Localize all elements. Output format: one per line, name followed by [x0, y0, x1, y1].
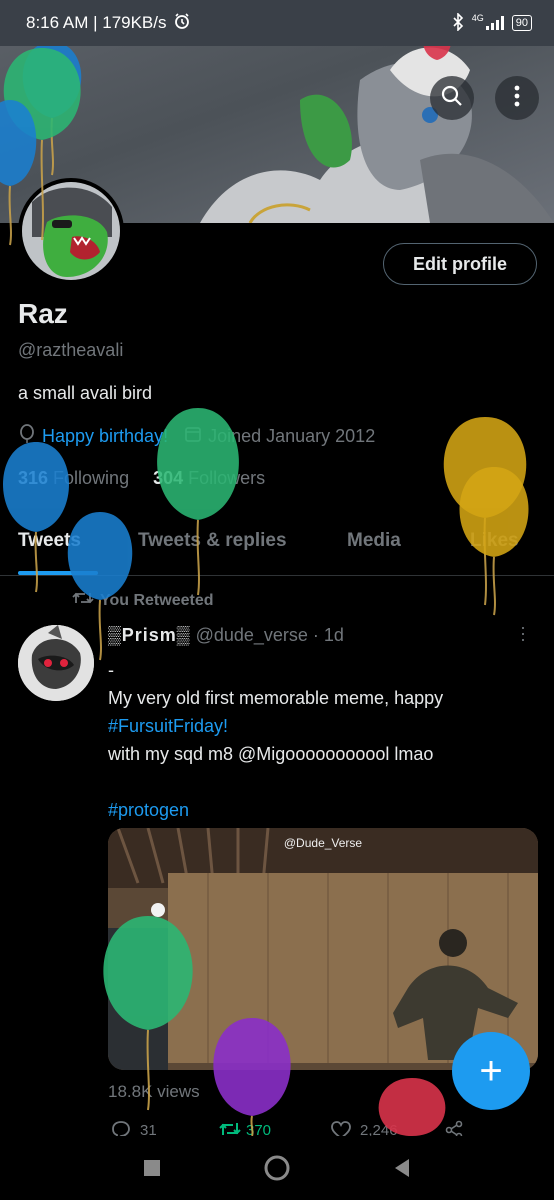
home-button[interactable]: [263, 1154, 291, 1182]
tweet-line: -: [108, 660, 114, 680]
status-left: 8:16 AM | 179KB/s: [26, 12, 191, 35]
status-bar: 8:16 AM | 179KB/s 4G 90: [0, 0, 554, 46]
tweet-options-icon[interactable]: · · ·: [518, 618, 528, 648]
tweet-header: ▒Prism▒ @dude_verse · 1d: [108, 625, 344, 646]
birthday-link[interactable]: Happy birthday!: [42, 426, 168, 447]
tab-tweets[interactable]: Tweets: [18, 530, 81, 552]
bluetooth-icon: [452, 11, 464, 34]
tweet-author-avatar[interactable]: [18, 625, 94, 701]
status-time: 8:16 AM | 179KB/s: [26, 13, 167, 32]
tweet-actions: 31 370 2,246: [108, 1118, 538, 1138]
alarm-icon: [173, 12, 191, 35]
tweet-line: #FursuitFriday!: [108, 712, 538, 740]
tab-media[interactable]: Media: [347, 530, 401, 552]
hashtag-protogen[interactable]: #protogen: [108, 800, 189, 820]
profile-tabs: Tweets Tweets & replies Media Likes: [0, 522, 554, 576]
tweet-media[interactable]: @Dude_Verse: [108, 828, 538, 1070]
avatar-image: [22, 182, 120, 280]
tweet-avatar-image: [18, 625, 94, 701]
followers-count: 304: [153, 468, 184, 488]
follow-stats: 316 Following 304 Followers: [18, 468, 265, 489]
network-type: 4G: [471, 13, 484, 23]
retweet-context: You Retweeted: [72, 590, 214, 611]
tweet-line: with my sqd m8 @Migooooooooool lmao: [108, 744, 434, 764]
status-right: 4G 90: [452, 11, 532, 34]
calendar-icon: [184, 425, 202, 448]
profile-handle: @raztheavali: [18, 340, 124, 360]
profile-avatar[interactable]: [18, 178, 124, 284]
back-triangle-icon: [395, 1159, 409, 1177]
followers-link[interactable]: 304 Followers: [153, 468, 265, 489]
profile-bio: a small avali bird: [18, 383, 153, 403]
tweet-text: - My very old first memorable meme, happ…: [108, 656, 538, 824]
balloon: [443, 417, 527, 606]
profile-name: Raz: [18, 298, 68, 329]
system-nav-bar: [0, 1136, 554, 1200]
following-link[interactable]: 316 Following: [18, 468, 129, 489]
media-image: [108, 828, 538, 1070]
tab-likes[interactable]: Likes: [470, 530, 519, 552]
edit-profile-button[interactable]: Edit profile: [383, 243, 537, 285]
tweet-line: My very old first memorable meme, happy: [108, 684, 538, 712]
tab-tweets-replies[interactable]: Tweets & replies: [138, 530, 287, 552]
followers-label: Followers: [188, 468, 266, 488]
more-button[interactable]: [495, 76, 539, 120]
signal-icon: [485, 16, 504, 30]
media-watermark: @Dude_Verse: [283, 836, 363, 850]
compose-tweet-button[interactable]: +: [452, 1032, 530, 1110]
tweet-views: 18.8K views: [108, 1082, 200, 1101]
search-icon: [440, 84, 464, 113]
retweet-label: You Retweeted: [100, 591, 214, 609]
joined-date: Joined January 2012: [208, 426, 376, 446]
battery-icon: 90: [511, 15, 532, 31]
circle-icon: [264, 1155, 290, 1181]
tweet-line: #protogen: [108, 796, 538, 824]
recent-apps-button[interactable]: [138, 1154, 166, 1182]
retweet-icon: [72, 590, 94, 611]
tweet-line-text: My very old first memorable meme, happy: [108, 688, 444, 708]
square-icon: [144, 1160, 160, 1176]
following-label: Following: [53, 468, 130, 488]
profile-meta: Happy birthday! Joined January 2012: [18, 424, 375, 449]
tweet-display-name[interactable]: ▒Prism▒: [108, 625, 191, 645]
search-button[interactable]: [430, 76, 474, 120]
hashtag-fursuitfriday[interactable]: #FursuitFriday!: [108, 716, 228, 736]
more-vertical-icon: [514, 85, 520, 112]
tweet-username-time: @dude_verse · 1d: [195, 625, 344, 645]
balloon-icon: [18, 424, 36, 449]
tweet-line: [108, 768, 538, 796]
back-button[interactable]: [388, 1154, 416, 1182]
following-count: 316: [18, 468, 49, 488]
active-tab-indicator: [18, 571, 98, 575]
